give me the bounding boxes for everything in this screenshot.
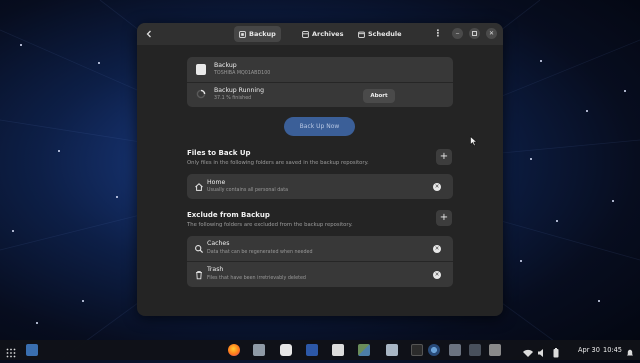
star — [586, 110, 588, 112]
tab-backup[interactable]: Backup — [234, 26, 281, 42]
star — [98, 62, 100, 64]
add-exclude-button[interactable]: + — [436, 210, 452, 226]
star — [624, 90, 626, 92]
include-section-title: Files to Back Up — [187, 149, 251, 157]
settings-icon[interactable] — [449, 344, 461, 356]
mail-icon[interactable] — [280, 344, 292, 356]
exclude-item-subtitle: Files that have been irretrievably delet… — [207, 276, 306, 281]
include-list: Home Usually contains all personal data … — [187, 174, 453, 199]
star — [82, 300, 84, 302]
tab-archives[interactable]: Archives — [297, 26, 348, 42]
volume-icon[interactable] — [536, 344, 548, 357]
device-name: TOSHIBA MQ01ABD100 — [214, 71, 271, 76]
star — [598, 300, 600, 302]
drive-icon — [196, 64, 206, 75]
minimize-button[interactable]: ‒ — [452, 28, 463, 39]
remove-icon: ✕ — [434, 184, 440, 190]
app-grid-icon — [6, 348, 16, 358]
star — [116, 196, 118, 198]
close-button[interactable]: ✕ — [486, 28, 497, 39]
calendar-icon — [358, 31, 365, 38]
main-menu-button[interactable]: ⋮ — [433, 27, 443, 41]
power-icon[interactable] — [550, 344, 562, 358]
star — [58, 150, 60, 152]
remove-icon: ✕ — [434, 272, 440, 278]
device-title: Backup — [214, 62, 237, 69]
app-grid-button[interactable] — [5, 344, 17, 358]
include-item-title: Home — [207, 179, 226, 186]
network-icon[interactable] — [522, 344, 534, 357]
files-icon[interactable] — [253, 344, 265, 356]
plus-icon: + — [439, 212, 449, 223]
kebab-menu-icon: ⋮ — [433, 29, 443, 39]
editor-icon[interactable] — [332, 344, 344, 356]
backup-icon — [239, 30, 246, 38]
star — [556, 220, 558, 222]
include-item-subtitle: Usually contains all personal data — [207, 188, 289, 193]
mouse-pointer-icon — [470, 136, 478, 147]
speaker-icon — [538, 349, 543, 357]
remove-trash-button[interactable]: ✕ — [433, 271, 441, 279]
disk-icon[interactable] — [489, 344, 501, 356]
progress-spinner-icon — [196, 89, 206, 99]
plus-icon: + — [439, 151, 449, 162]
remove-icon: ✕ — [434, 246, 440, 252]
star — [520, 260, 522, 262]
home-icon — [195, 183, 203, 191]
tasks-icon[interactable] — [306, 344, 318, 356]
abort-button[interactable]: Abort — [363, 89, 395, 103]
backup-app-icon[interactable] — [428, 344, 440, 356]
terminal-icon[interactable] — [411, 344, 423, 356]
tab-label: Archives — [312, 30, 344, 38]
back-button[interactable] — [141, 26, 157, 42]
tab-label: Backup — [249, 30, 276, 38]
clock-time[interactable]: 10:45 — [603, 344, 622, 356]
minimize-icon: ‒ — [455, 30, 460, 37]
image-viewer-icon[interactable] — [386, 344, 398, 356]
trash-icon — [196, 270, 202, 280]
star — [612, 200, 614, 202]
bell-icon — [627, 349, 633, 356]
workspace-icon[interactable] — [26, 344, 38, 356]
wifi-icon — [523, 349, 533, 357]
monitor-icon[interactable] — [469, 344, 481, 356]
tab-schedule[interactable]: Schedule — [353, 26, 407, 42]
close-icon: ✕ — [488, 30, 495, 37]
exclude-list: Caches Data that can be regenerated when… — [187, 236, 453, 287]
firefox-icon[interactable] — [228, 344, 240, 356]
battery-icon — [553, 348, 559, 358]
exclude-item-subtitle: Data that can be regenerated when needed — [207, 250, 313, 255]
archive-icon — [302, 30, 309, 38]
status-card: Backup TOSHIBA MQ01ABD100 Backup Running… — [187, 57, 453, 107]
progress-text: 37.1 % finished — [214, 96, 252, 101]
divider — [187, 261, 453, 262]
add-include-button[interactable]: + — [436, 149, 452, 165]
exclude-section-description: The following folders are excluded from … — [187, 222, 353, 228]
remove-caches-button[interactable]: ✕ — [433, 245, 441, 253]
star — [12, 230, 14, 232]
exclude-section-title: Exclude from Backup — [187, 211, 270, 219]
back-up-now-button[interactable]: Back Up Now — [284, 117, 355, 136]
star — [20, 44, 22, 46]
exclude-item-title: Caches — [207, 240, 230, 247]
star — [540, 60, 542, 62]
search-icon — [195, 245, 204, 254]
notifications-icon[interactable] — [626, 344, 634, 356]
headerbar: Backup Archives Schedule ⋮ ‒ ✕ — [137, 23, 503, 45]
chevron-left-icon — [146, 30, 151, 38]
puzzle-icon[interactable] — [358, 344, 370, 356]
remove-home-button[interactable]: ✕ — [433, 183, 441, 191]
app-window: Backup Archives Schedule ⋮ ‒ ✕ Backup TO… — [137, 23, 503, 316]
taskbar: Apr 30 10:45 — [0, 340, 640, 360]
tab-label: Schedule — [368, 30, 402, 38]
maximize-icon — [472, 31, 477, 36]
include-section-description: Only files in the following folders are … — [187, 160, 369, 166]
maximize-button[interactable] — [469, 28, 480, 39]
star — [530, 158, 532, 160]
clock-date[interactable]: Apr 30 — [578, 344, 600, 356]
exclude-item-title: Trash — [207, 266, 224, 273]
running-title: Backup Running — [214, 87, 265, 94]
divider — [187, 82, 453, 83]
star — [36, 322, 38, 324]
